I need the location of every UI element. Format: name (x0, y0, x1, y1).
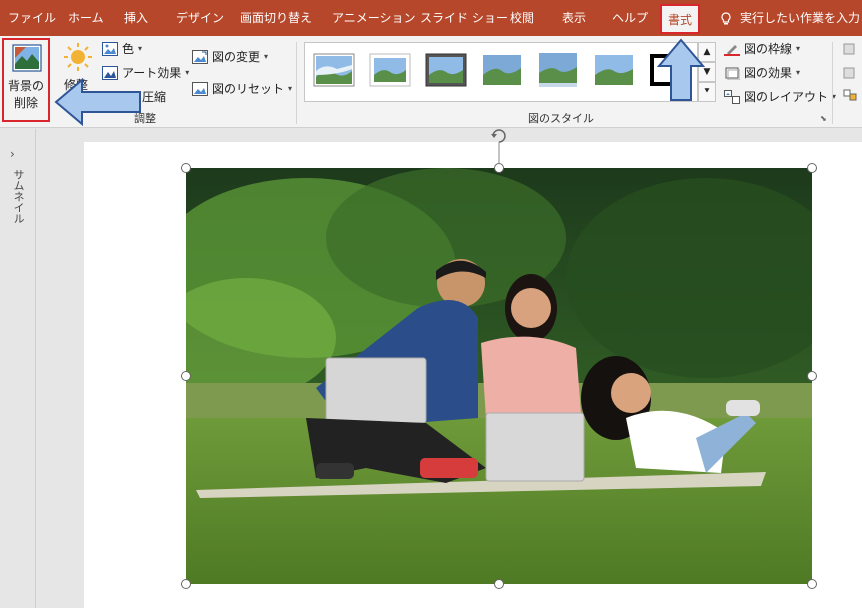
color-icon (102, 41, 118, 56)
change-picture-icon (192, 49, 208, 64)
remove-background-button[interactable]: 背景の 削除 (2, 38, 50, 122)
picture-layout-button[interactable]: 図のレイアウト ▾ (724, 88, 836, 105)
tab-review[interactable]: 校閲 (510, 0, 534, 36)
group-separator (296, 42, 297, 124)
style-thumbnail[interactable] (425, 53, 467, 87)
group-separator (832, 42, 833, 124)
chevron-down-icon: ▾ (185, 68, 190, 77)
styles-group-label: 図のスタイル (528, 112, 594, 125)
resize-handle-top-right[interactable] (807, 163, 817, 173)
picture-layout-label: 図のレイアウト (744, 90, 829, 104)
tab-help[interactable]: ヘルプ (612, 0, 648, 36)
picture-content (186, 168, 812, 584)
remove-background-label-line1: 背景の (7, 79, 44, 93)
remove-background-icon (12, 44, 42, 72)
ribbon-tab-bar: ファイル ホーム 挿入 デザイン 画面切り替え アニメーション スライド ショー… (0, 0, 862, 36)
tab-slideshow[interactable]: スライド ショー (420, 0, 508, 36)
picture-border-button[interactable]: 図の枠線 ▾ (724, 40, 800, 57)
style-thumbnail[interactable] (593, 53, 635, 87)
chevron-down-icon: ▾ (264, 52, 269, 61)
reset-picture-label: 図のリセット (212, 82, 285, 96)
chevron-down-icon: ▾ (796, 68, 801, 77)
style-thumbnail[interactable] (313, 53, 355, 87)
chevron-down-icon: ▾ (796, 44, 801, 53)
style-thumbnail[interactable] (537, 53, 579, 87)
picture-layout-icon (724, 89, 740, 104)
picture-effects-icon (725, 67, 740, 80)
tab-design[interactable]: デザイン (176, 0, 224, 36)
picture-styles-gallery (304, 42, 698, 102)
tab-view[interactable]: 表示 (562, 0, 586, 36)
tab-insert[interactable]: 挿入 (124, 0, 148, 36)
remove-background-label-line2: 削除 (13, 96, 38, 110)
tell-me-box[interactable]: 実行したい作業を入力 (720, 0, 860, 36)
chevron-down-icon: ▾ (288, 84, 293, 93)
tab-format[interactable]: 書式 (660, 4, 701, 34)
picture-border-icon (724, 44, 740, 56)
tab-animations[interactable]: アニメーション (332, 0, 416, 36)
tab-home[interactable]: ホーム (68, 0, 104, 36)
thumbnail-pane: › サムネイル (0, 129, 36, 608)
corrections-icon (64, 43, 92, 71)
compress-label: 圧縮 (142, 90, 167, 104)
chevron-down-icon: ▾ (138, 44, 143, 53)
rotate-handle-icon[interactable] (489, 128, 509, 168)
style-thumbnail[interactable] (369, 53, 411, 87)
reset-picture-icon (192, 81, 208, 96)
tell-me-text: 実行したい作業を入力 (740, 11, 861, 25)
annotation-arrow-up (656, 38, 706, 101)
arrange-icons[interactable] (842, 42, 858, 102)
lightbulb-icon (721, 11, 731, 24)
selected-picture[interactable] (186, 168, 812, 584)
resize-handle-bottom[interactable] (494, 579, 504, 589)
change-picture-label: 図の変更 (212, 50, 261, 64)
dialog-launcher-icon[interactable]: ⬊ (820, 114, 827, 123)
color-button[interactable]: 色 ▾ (102, 40, 142, 57)
resize-handle-top-left[interactable] (181, 163, 191, 173)
resize-handle-left[interactable] (181, 371, 191, 381)
style-thumbnail[interactable] (481, 53, 523, 87)
change-picture-button[interactable]: 図の変更 ▾ (192, 48, 268, 65)
resize-handle-right[interactable] (807, 371, 817, 381)
expand-chevron-icon[interactable]: › (10, 147, 15, 161)
picture-effects-label: 図の効果 (744, 66, 793, 80)
picture-border-label: 図の枠線 (744, 42, 793, 56)
resize-handle-bottom-left[interactable] (181, 579, 191, 589)
tab-transitions[interactable]: 画面切り替え (240, 0, 312, 36)
tab-file[interactable]: ファイル (8, 0, 56, 36)
compress-button[interactable]: 圧縮 (142, 88, 166, 105)
thumbnail-pane-label[interactable]: サムネイル (6, 169, 26, 224)
resize-handle-bottom-right[interactable] (807, 579, 817, 589)
color-label: 色 (122, 42, 135, 56)
reset-picture-button[interactable]: 図のリセット ▾ (192, 80, 292, 97)
annotation-arrow-left (54, 78, 141, 126)
picture-effects-button[interactable]: 図の効果 ▾ (724, 64, 800, 81)
